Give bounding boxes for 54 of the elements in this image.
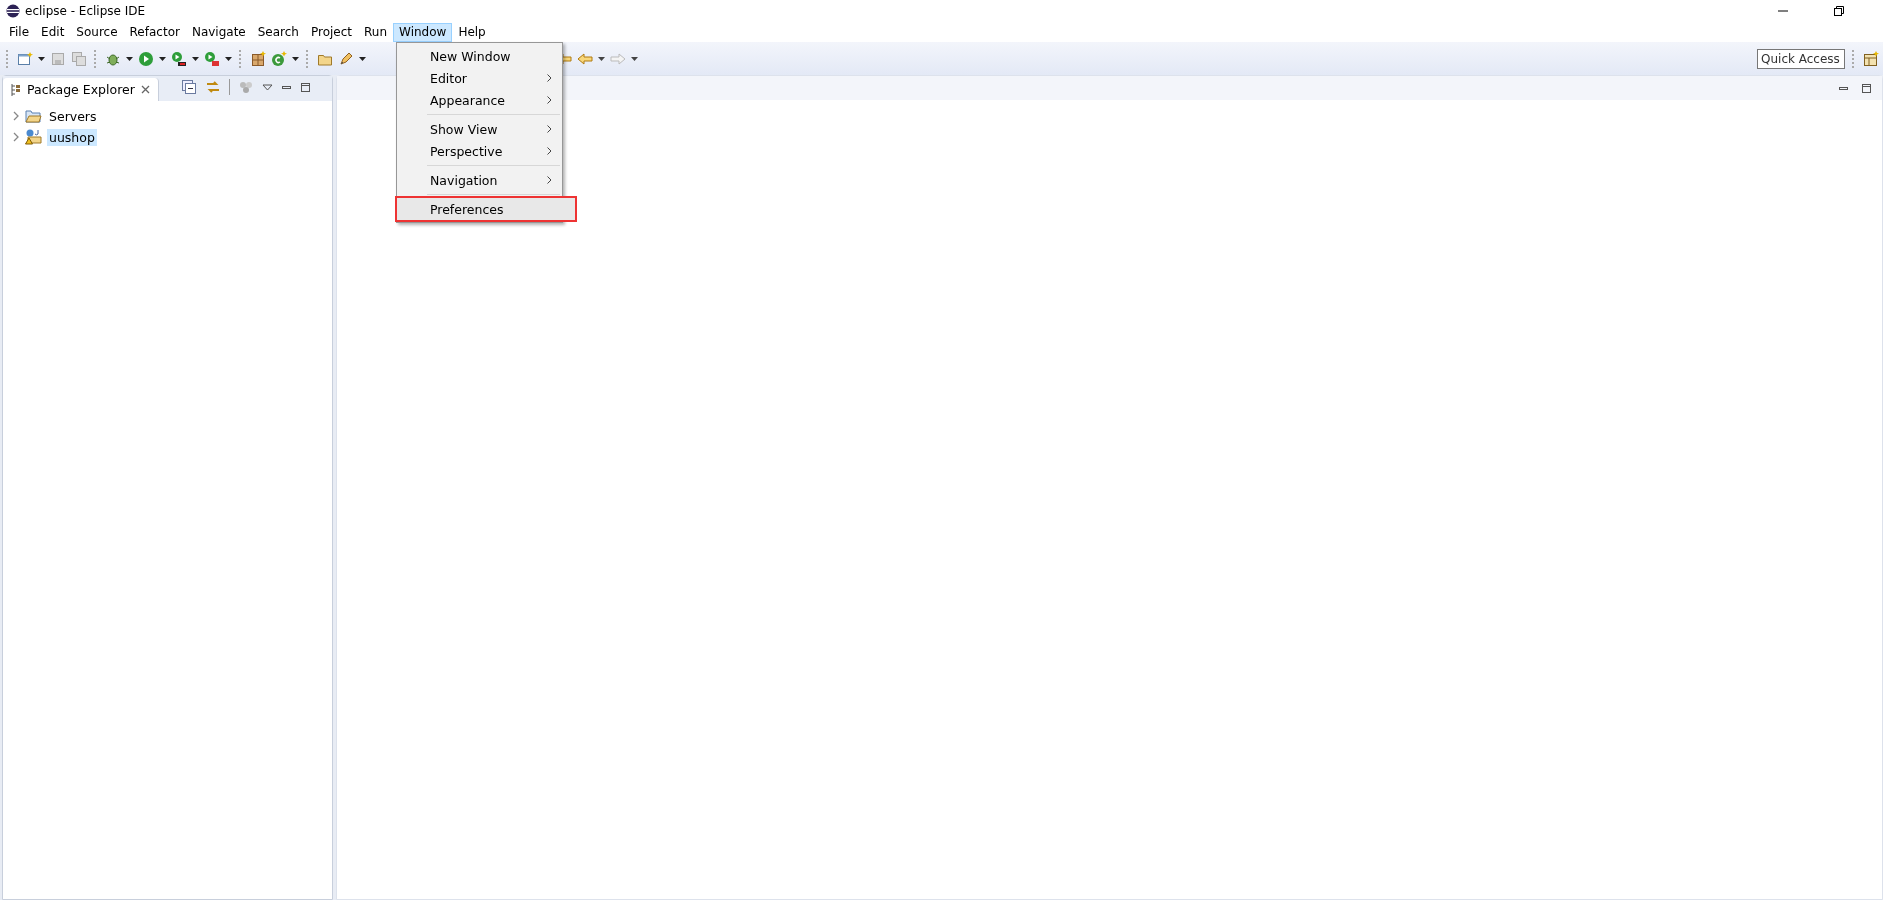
menu-item[interactable]: Search [251, 22, 305, 42]
menu-item[interactable]: Refactor [123, 22, 186, 42]
menu-item[interactable]: Help [452, 22, 492, 42]
menu-item[interactable]: Source [70, 22, 124, 42]
collapse-all-icon[interactable] [180, 79, 197, 95]
menu-item[interactable]: Project [304, 22, 359, 42]
chevron-icon[interactable] [13, 111, 20, 121]
dropdown-arrow-icon[interactable] [359, 56, 366, 61]
maximize-icon[interactable] [299, 81, 311, 93]
maximize-icon[interactable] [1861, 82, 1872, 94]
new-class-icon[interactable] [271, 50, 287, 67]
restore-icon[interactable] [1833, 5, 1845, 17]
menu-item[interactable]: File [3, 22, 36, 42]
menu-item[interactable]: Show View [397, 118, 562, 140]
menu-item[interactable]: Navigation [397, 169, 562, 191]
dropdown-arrow-icon[interactable] [292, 56, 299, 61]
menu-item[interactable]: Navigate [185, 22, 252, 42]
menu-item[interactable]: Preferences [397, 198, 575, 220]
view-menu-icon[interactable] [261, 83, 273, 91]
menu-item[interactable]: Perspective [397, 140, 562, 162]
pen-icon[interactable] [338, 50, 354, 67]
window-title: eclipse - Eclipse IDE [25, 4, 146, 18]
dropdown-arrow-icon[interactable] [159, 56, 166, 61]
package-icon[interactable] [250, 50, 266, 67]
new-file-icon[interactable] [17, 50, 33, 67]
folder-icon [25, 109, 42, 123]
tree-item[interactable]: Servers [47, 107, 99, 125]
dropdown-arrow-icon[interactable] [126, 56, 133, 61]
package-explorer-icon [11, 83, 21, 96]
perspective-icon[interactable] [1863, 50, 1879, 67]
project-warning-icon [25, 129, 42, 145]
app-logo-icon [6, 4, 20, 18]
quick-access-field[interactable]: Quick Access [1757, 48, 1845, 69]
dropdown-arrow-icon[interactable] [598, 56, 605, 61]
menu-item[interactable]: Edit [35, 22, 71, 42]
menu-item[interactable]: Editor [397, 67, 562, 89]
link-arrows-icon[interactable] [204, 79, 221, 95]
run-server-icon[interactable] [204, 50, 220, 67]
menu-item[interactable]: New Window [397, 45, 562, 67]
menu-item[interactable]: Appearance [397, 89, 562, 111]
view-tab[interactable]: Package Explorer [3, 78, 159, 101]
menu-item[interactable]: Window [393, 22, 453, 42]
chevron-icon[interactable] [13, 132, 20, 142]
dropdown-arrow-icon[interactable] [225, 56, 232, 61]
close-icon[interactable] [140, 85, 150, 94]
tree-item[interactable]: uushop [47, 128, 97, 146]
back-arrow-icon[interactable] [577, 50, 593, 67]
view-title: Package Explorer [27, 82, 135, 97]
menu-item[interactable]: Run [358, 22, 394, 42]
run-icon[interactable] [138, 50, 154, 67]
dropdown-arrow-icon[interactable] [631, 56, 638, 61]
run-tool-icon[interactable] [171, 50, 187, 67]
dropdown-arrow-icon[interactable] [192, 56, 199, 61]
dropdown-arrow-icon[interactable] [38, 56, 45, 61]
